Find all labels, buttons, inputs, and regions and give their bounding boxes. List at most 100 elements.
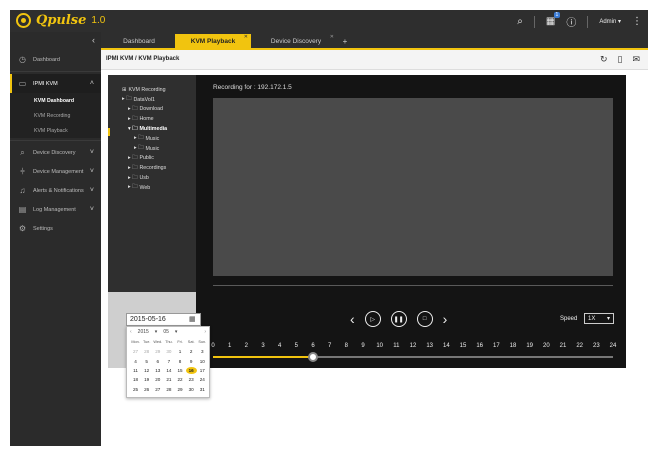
sidebar-subitem-kvm-dashboard[interactable]: KVM Dashboard xyxy=(10,93,101,108)
app-logo[interactable]: Qpulse 1.0 xyxy=(16,13,105,28)
sidebar-item-settings[interactable]: ⚙ Settings xyxy=(10,219,101,238)
calendar-day[interactable]: 10 xyxy=(197,358,208,365)
sidebar-subitem-kvm-recording[interactable]: KVM Recording xyxy=(10,108,101,123)
tab-bar: Dashboard KVM Playback ✕ Device Discover… xyxy=(101,32,648,48)
previous-month-icon[interactable]: ‹ xyxy=(130,329,132,335)
export-pdf-icon[interactable]: ▯ xyxy=(618,54,623,65)
calendar-day[interactable]: 17 xyxy=(197,367,208,374)
header-divider xyxy=(533,15,535,28)
calendar-day[interactable]: 22 xyxy=(175,376,186,383)
speed-select[interactable]: 1X ▾ xyxy=(584,313,614,324)
calendar-day[interactable]: 30 xyxy=(163,348,174,355)
tab-kvm-playback[interactable]: KVM Playback ✕ xyxy=(175,34,251,48)
calendar-day[interactable]: 27 xyxy=(130,348,141,355)
gear-icon: ⚙ xyxy=(18,224,27,233)
next-month-icon[interactable]: › xyxy=(204,329,206,335)
calendar-day[interactable]: 29 xyxy=(175,386,186,393)
sidebar-item-label: IPMI KVM xyxy=(33,80,58,87)
sidebar: ‹ ◷ Dashboard ▭ IPMI KVM ˄ KVM Dashboard… xyxy=(10,32,101,446)
tree-node[interactable]: ▸ 🗀 Public xyxy=(122,154,196,164)
tree-node[interactable]: ▸ 🗀 Download xyxy=(122,105,196,115)
tree-node[interactable]: ▸ 🗀 Music xyxy=(122,134,196,144)
sidebar-item-log-management[interactable]: ▤ Log Management ˅ xyxy=(10,200,101,219)
stop-icon[interactable]: □ xyxy=(416,311,433,327)
tree-node[interactable]: ▸ 🗀 DataVol1 xyxy=(122,95,196,105)
info-icon[interactable]: ⓘ xyxy=(566,14,576,29)
calendar-day[interactable]: 12 xyxy=(141,367,152,374)
next-icon[interactable]: › xyxy=(443,312,448,326)
tree-selection-marker xyxy=(108,128,110,136)
collapse-sidebar-icon[interactable]: ‹ xyxy=(92,35,95,45)
calendar-day[interactable]: 11 xyxy=(130,367,141,374)
calendar-day[interactable]: 8 xyxy=(175,358,186,365)
tree-node-selected[interactable]: ▾ 🗀 Multimedia xyxy=(122,124,196,134)
calendar-day[interactable]: 18 xyxy=(130,376,141,383)
timeline-hour-label: 4 xyxy=(277,343,282,349)
sidebar-subitem-kvm-playback[interactable]: KVM Playback xyxy=(10,123,101,138)
folder-icon: ▸ 🗀 xyxy=(128,154,138,161)
tree-node[interactable]: ▸ 🗀 Usb xyxy=(122,173,196,183)
tab-label: Dashboard xyxy=(123,37,155,45)
calendar-day[interactable]: 1 xyxy=(175,348,186,355)
calendar-day[interactable]: 7 xyxy=(163,358,174,365)
chevron-up-icon: ˄ xyxy=(89,80,94,87)
close-icon[interactable]: ✕ xyxy=(330,34,334,40)
user-menu[interactable]: Admin ▾ xyxy=(599,18,621,25)
sidebar-item-alerts[interactable]: ♫ Alerts & Notifications ˅ xyxy=(10,181,101,200)
timeline-track[interactable] xyxy=(213,352,613,362)
tree-node[interactable]: ▸ 🗀 Music xyxy=(122,144,196,154)
calendar-day[interactable]: 16 xyxy=(185,367,197,375)
calendar-day[interactable]: 20 xyxy=(152,376,163,383)
sidebar-item-device-discovery[interactable]: ⌕ Device Discovery ˅ xyxy=(10,143,101,162)
calendar-day[interactable]: 28 xyxy=(141,348,152,355)
new-tab-button[interactable]: + xyxy=(339,34,351,48)
timeline-handle[interactable] xyxy=(308,352,318,362)
tab-device-discovery[interactable]: Device Discovery ✕ xyxy=(255,34,337,48)
calendar-day[interactable]: 13 xyxy=(152,367,163,374)
calendar-day[interactable]: 23 xyxy=(186,376,197,383)
calendar-week: 25 26 27 28 29 30 31 xyxy=(130,384,208,393)
video-viewport xyxy=(213,98,613,276)
header-actions: ⌕ ▦ 1 ⓘ Admin ▾ ⋮ xyxy=(517,12,642,29)
calendar-day[interactable]: 15 xyxy=(175,367,186,374)
calendar-day[interactable]: 27 xyxy=(152,386,163,393)
year-select[interactable]: 2015 xyxy=(138,329,149,335)
calendar-day[interactable]: 5 xyxy=(141,358,152,365)
timeline-hour-label: 12 xyxy=(409,343,417,349)
calendar-day[interactable]: 6 xyxy=(152,358,163,365)
pause-icon[interactable]: ❚❚ xyxy=(390,311,407,327)
close-icon[interactable]: ✕ xyxy=(244,34,248,40)
notification-icon[interactable]: ▦ 1 xyxy=(546,12,561,27)
play-icon[interactable]: ▷ xyxy=(364,311,381,327)
calendar-day[interactable]: 30 xyxy=(186,386,197,393)
sidebar-item-ipmi-kvm[interactable]: ▭ IPMI KVM ˄ xyxy=(10,74,101,93)
sidebar-item-dashboard[interactable]: ◷ Dashboard xyxy=(10,50,101,69)
month-select[interactable]: 05 xyxy=(163,329,169,335)
calendar-day[interactable]: 31 xyxy=(197,386,208,393)
calendar-day[interactable]: 26 xyxy=(141,386,152,393)
calendar-day[interactable]: 29 xyxy=(152,348,163,355)
tab-dashboard[interactable]: Dashboard xyxy=(109,34,169,48)
tree-node[interactable]: ▸ 🗀 Recordings xyxy=(122,163,196,173)
calendar-day[interactable]: 14 xyxy=(163,367,174,374)
calendar-icon[interactable]: ▦ xyxy=(189,315,196,323)
tree-node-root[interactable]: ⊞ KVM Recording xyxy=(122,85,196,95)
calendar-day[interactable]: 4 xyxy=(130,358,141,365)
settings-envelope-icon[interactable]: ✉ xyxy=(632,54,640,65)
calendar-day[interactable]: 25 xyxy=(130,386,141,393)
timeline-hour-label: 8 xyxy=(344,343,348,349)
tree-node[interactable]: ▸ 🗀 Home xyxy=(122,114,196,124)
calendar-day[interactable]: 28 xyxy=(163,386,174,393)
calendar-day[interactable]: 19 xyxy=(141,376,152,383)
more-icon[interactable]: ⋮ xyxy=(632,16,642,27)
calendar-day[interactable]: 3 xyxy=(197,348,208,355)
calendar-day[interactable]: 21 xyxy=(163,376,174,383)
calendar-day[interactable]: 2 xyxy=(186,348,197,355)
refresh-icon[interactable]: ↻ xyxy=(600,54,608,65)
calendar-day[interactable]: 24 xyxy=(197,376,208,383)
search-icon[interactable]: ⌕ xyxy=(517,16,523,27)
calendar-day[interactable]: 9 xyxy=(186,358,197,365)
sidebar-item-device-management[interactable]: ⫩ Device Management ˅ xyxy=(10,162,101,181)
tree-node[interactable]: ▸ 🗀 Web xyxy=(122,183,196,193)
previous-icon[interactable]: ‹ xyxy=(350,312,355,326)
